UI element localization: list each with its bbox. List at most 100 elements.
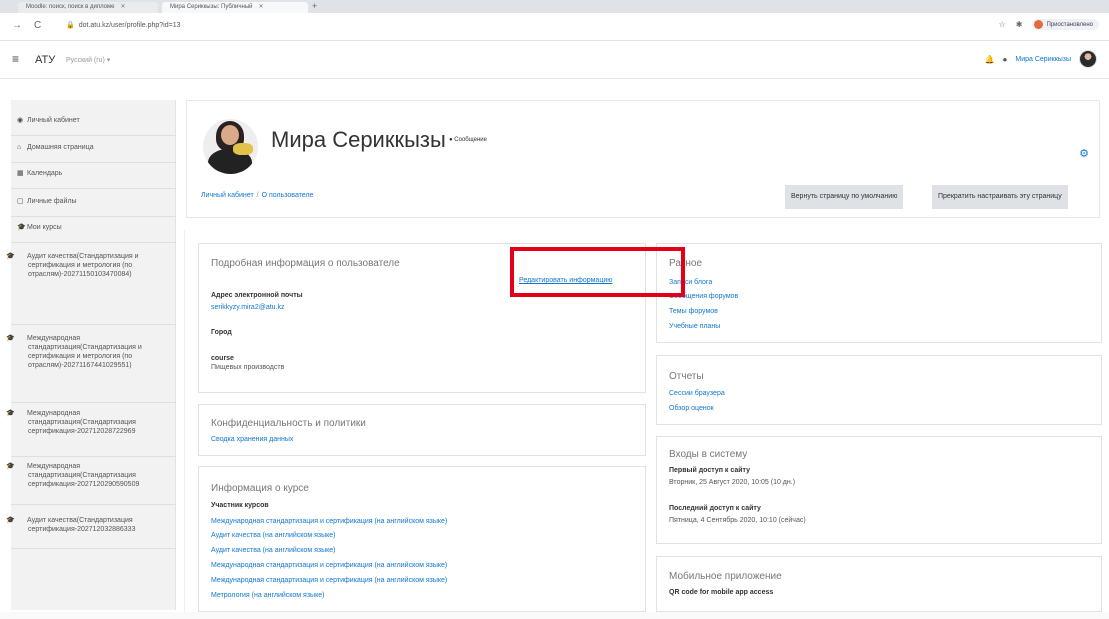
browser-tab-label: Moodle: поиск, поиск в дипломе (26, 4, 115, 10)
divider (11, 504, 176, 505)
course-link[interactable]: Аудит качества (на английском языке) (211, 532, 335, 539)
forum-topics-link[interactable]: Темы форумов (669, 308, 718, 315)
reload-icon[interactable]: C (34, 20, 41, 31)
chat-icon[interactable]: ● (1003, 55, 1008, 64)
browser-sessions-link[interactable]: Сессии браузера (669, 390, 725, 397)
browser-tab-label: Мира Сериккызы: Публичный (170, 4, 253, 10)
mobile-app-card: Мобильное приложение QR code for mobile … (656, 556, 1102, 612)
divider (11, 216, 176, 217)
language-menu[interactable]: Русский (ru) ▾ (66, 56, 110, 64)
divider (11, 242, 176, 243)
city-label: Город (211, 329, 232, 336)
user-menu-name[interactable]: Мира Сериккызы (1015, 56, 1071, 63)
highlight-box (510, 247, 685, 297)
card-title: Подробная информация о пользователе (211, 258, 400, 269)
home-icon: ⌂ (17, 144, 22, 151)
profile-header: Мира Сериккызы ● Сообщение ⚙ Личный каби… (186, 100, 1100, 218)
graduation-cap-icon: 🎓 (6, 463, 15, 470)
sidebar-course-item[interactable]: 🎓 Международная стандартизация(Стандартиз… (6, 334, 176, 370)
message-button[interactable]: ● Сообщение (449, 137, 487, 143)
grades-overview-link[interactable]: Обзор оценок (669, 405, 714, 412)
close-icon[interactable]: ✕ (120, 4, 125, 10)
sidebar-item-calendar[interactable]: ▦ Календарь (11, 169, 176, 178)
breadcrumb-item[interactable]: О пользователе (262, 192, 314, 199)
page-title: Мира Сериккызы (271, 127, 446, 152)
bell-icon[interactable]: 🔔 (985, 55, 995, 64)
browser-tab-active[interactable]: Мира Сериккызы: Публичный ✕ (162, 2, 308, 13)
address-bar: → C 🔒 dot.atu.kz/user/profile.php?id=13 ☆… (0, 13, 1109, 41)
course-link[interactable]: Международная стандартизация и сертифика… (211, 562, 447, 569)
course-link[interactable]: Международная стандартизация и сертифика… (211, 518, 447, 525)
lock-icon: 🔒 (66, 22, 75, 29)
course-field-label: course (211, 355, 234, 362)
breadcrumb: Личный кабинет / О пользователе (201, 192, 314, 199)
learning-plans-link[interactable]: Учебные планы (669, 323, 720, 330)
graduation-cap-icon: 🎓 (17, 224, 26, 231)
star-icon[interactable]: ☆ (999, 20, 1006, 29)
course-field-value: Пищевых производств (211, 364, 285, 371)
close-icon[interactable]: ✕ (259, 4, 264, 10)
stop-customizing-button[interactable]: Прекратить настраивать эту страницу (932, 185, 1068, 209)
sidebar-course-item[interactable]: 🎓 Международная стандартизация(Стандартиз… (6, 409, 176, 436)
calendar-icon: ▦ (17, 170, 24, 177)
course-link[interactable]: Международная стандартизация и сертифика… (211, 577, 447, 584)
last-access-value: Пятница, 4 Сентябрь 2020, 10:10 (сейчас) (669, 517, 806, 524)
top-navbar: ≡ АТУ Русский (ru) ▾ 🔔 ● Мира Сериккызы (0, 41, 1109, 79)
card-title: Мобильное приложение (669, 571, 782, 582)
first-access-value: Вторник, 25 Август 2020, 10:05 (10 дн.) (669, 479, 796, 486)
file-icon: ▢ (17, 198, 24, 205)
last-access-label: Последний доступ к сайту (669, 505, 761, 512)
extensions-icon[interactable]: ✱ (1016, 20, 1023, 29)
qr-code-label: QR code for mobile app access (669, 589, 774, 596)
login-activity-card: Входы в систему Первый доступ к сайту Вт… (656, 436, 1102, 544)
divider (11, 402, 176, 403)
new-tab-icon[interactable]: + (312, 1, 317, 11)
gear-icon[interactable]: ⚙ (1079, 147, 1089, 160)
site-brand[interactable]: АТУ (35, 54, 55, 66)
card-title: Информация о курсе (211, 483, 309, 494)
avatar[interactable] (1079, 50, 1097, 68)
email-label: Адрес электронной почты (211, 292, 303, 299)
card-title: Конфиденциальность и политики (211, 418, 366, 429)
sidebar-item-files[interactable]: ▢ Личные файлы (11, 197, 176, 206)
sidebar-course-item[interactable]: 🎓 Аудит качества(Стандартизация и сертифи… (6, 252, 176, 279)
data-retention-link[interactable]: Сводка хранения данных (211, 436, 293, 443)
card-title: Отчеты (669, 371, 704, 382)
graduation-cap-icon: 🎓 (6, 253, 15, 260)
profile-label: Приостановлено (1046, 21, 1093, 28)
card-title: Входы в систему (669, 449, 748, 460)
forward-icon[interactable]: → (12, 20, 22, 31)
sidebar-item-dashboard[interactable]: ◉ Личный кабинет (11, 116, 176, 125)
reset-page-button[interactable]: Вернуть страницу по умолчанию (785, 185, 904, 209)
browser-tab-bar: Moodle: поиск, поиск в дипломе ✕ Мира Сер… (0, 0, 1109, 13)
divider (11, 456, 176, 457)
misc-card: Разное Записи блога Сообщения форумов Те… (656, 243, 1102, 343)
sidebar: ◉ Личный кабинет ⌂ Домашняя страница ▦ Кале… (6, 100, 176, 610)
divider (11, 162, 176, 163)
divider (11, 324, 176, 325)
graduation-cap-icon: 🎓 (6, 517, 15, 524)
sidebar-course-item[interactable]: 🎓 Аудит качества(Стандартизация сертифика… (6, 516, 176, 534)
privacy-card: Конфиденциальность и политики Сводка хра… (198, 404, 646, 456)
reports-card: Отчеты Сессии браузера Обзор оценок (656, 355, 1102, 425)
breadcrumb-item[interactable]: Личный кабинет (201, 192, 254, 199)
divider (11, 135, 176, 136)
sidebar-item-my-courses[interactable]: 🎓Мои курсы (11, 223, 176, 232)
divider (11, 188, 176, 189)
sidebar-item-home[interactable]: ⌂ Домашняя страница (11, 143, 176, 152)
course-link[interactable]: Метрология (на английском языке) (211, 592, 324, 599)
profile-button[interactable]: Приостановлено (1032, 19, 1099, 30)
profile-avatar (1034, 20, 1044, 29)
menu-icon[interactable]: ≡ (12, 52, 19, 66)
course-link[interactable]: Аудит качества (на английском языке) (211, 547, 335, 554)
enrolled-courses-label: Участник курсов (211, 502, 269, 509)
browser-tab[interactable]: Moodle: поиск, поиск в дипломе ✕ (18, 2, 158, 13)
graduation-cap-icon: 🎓 (6, 335, 15, 342)
email-link[interactable]: serikkyzy.mira2@atu.kz (211, 304, 285, 311)
avatar (203, 119, 258, 174)
sidebar-course-item[interactable]: 🎓 Международная стандартизация(Стандартиз… (6, 462, 176, 489)
page-bottom-edge (0, 612, 1109, 619)
dashboard-icon: ◉ (17, 117, 24, 124)
url-text: dot.atu.kz/user/profile.php?id=13 (78, 22, 181, 29)
url-field[interactable]: 🔒 dot.atu.kz/user/profile.php?id=13 (66, 21, 180, 29)
